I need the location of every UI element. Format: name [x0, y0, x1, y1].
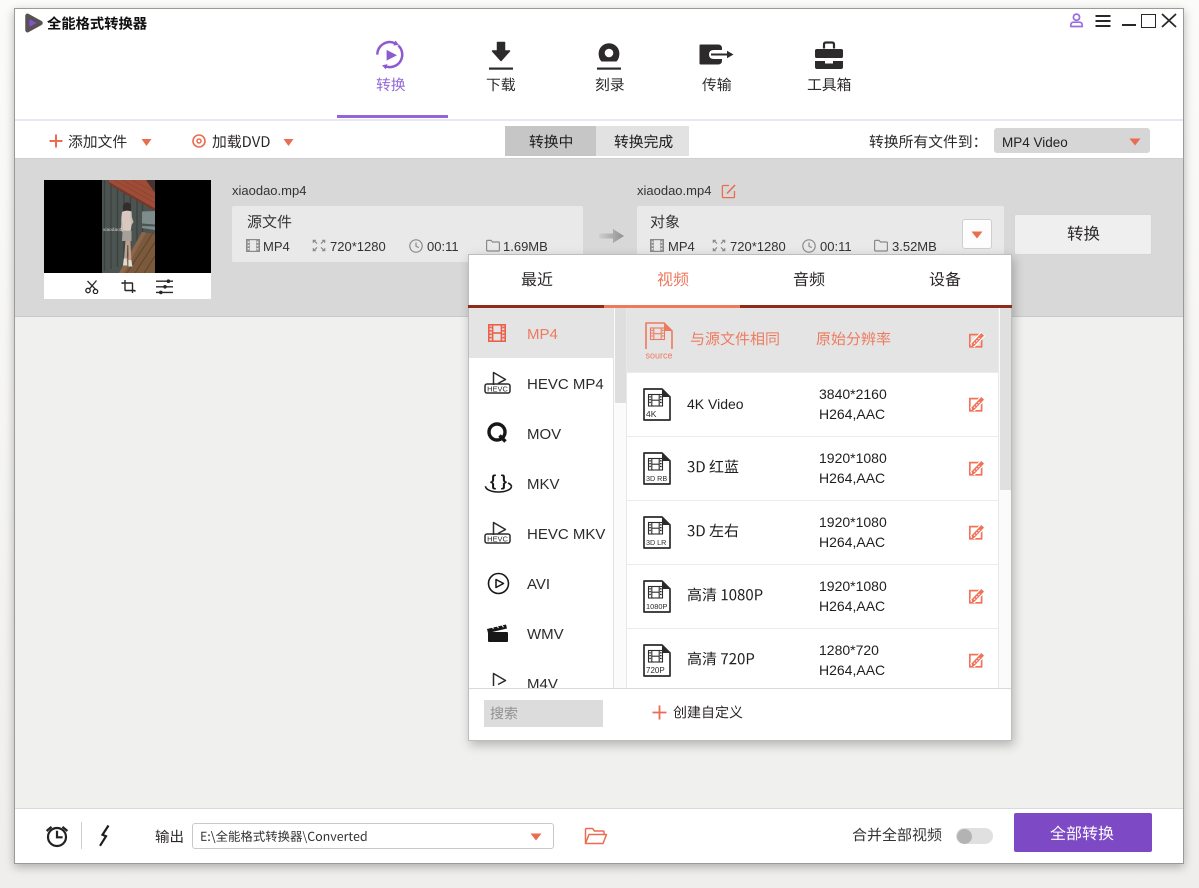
- svg-text:{ }: { }: [490, 473, 507, 490]
- svg-text:720P: 720P: [646, 666, 665, 675]
- svg-text:3D RB: 3D RB: [646, 474, 667, 483]
- svg-text:HEVC: HEVC: [487, 535, 508, 544]
- svg-text:1080P: 1080P: [646, 602, 667, 611]
- svg-text:HEVC: HEVC: [487, 385, 508, 394]
- svg-text:source: source: [645, 351, 672, 361]
- svg-text:4K: 4K: [646, 409, 657, 419]
- svg-text:xiaodao216: xiaodao216: [103, 227, 128, 233]
- svg-text:3D LR: 3D LR: [646, 538, 666, 547]
